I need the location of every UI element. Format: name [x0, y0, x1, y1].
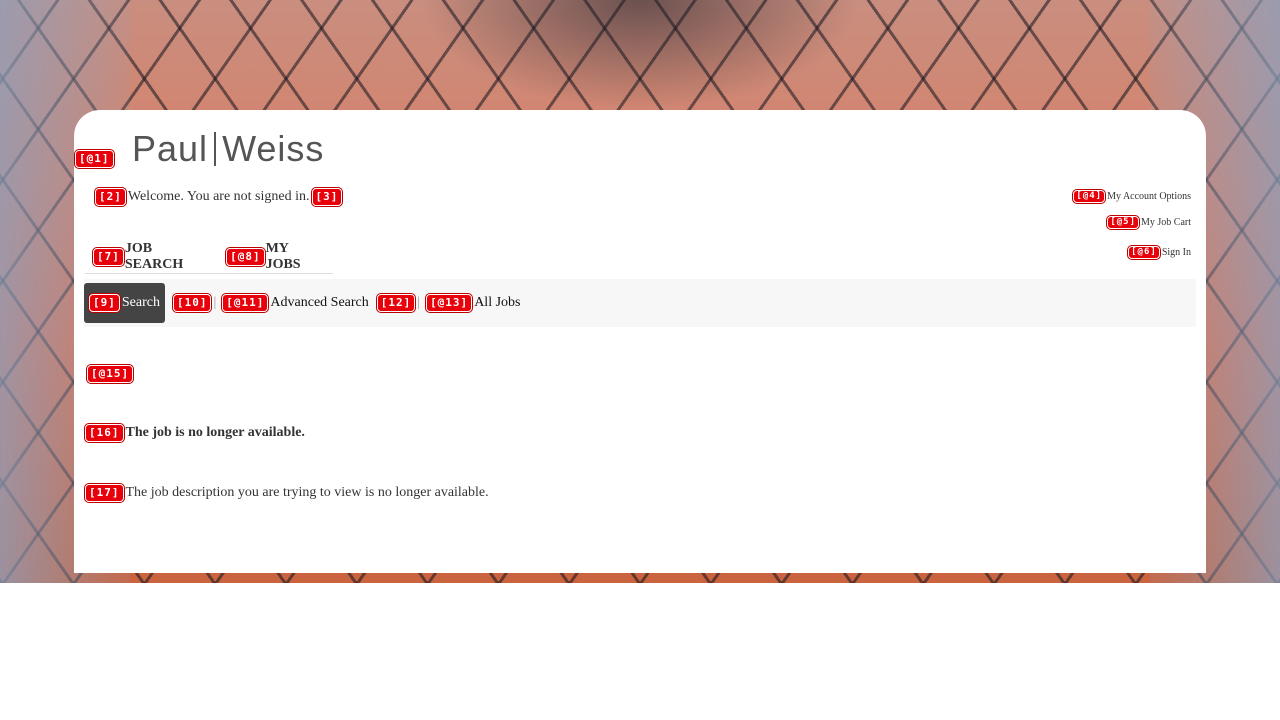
paul-weiss-logo[interactable]: Paul Weiss: [132, 128, 324, 170]
job-unavailable-description-text: The job description you are trying to vi…: [125, 485, 489, 500]
job-unavailable-description: [17] The job description you are trying …: [85, 484, 489, 502]
search-button[interactable]: [9] Search: [84, 283, 165, 323]
main-card: [@1] Paul Weiss [2] Welcome. You are not…: [74, 110, 1206, 573]
search-subnav: [9] Search [10] | [@11] Advanced Search …: [84, 279, 1196, 327]
all-jobs-label: All Jobs: [474, 295, 521, 310]
job-unavailable-title-text: The job is no longer available.: [125, 425, 305, 440]
tab-my-jobs[interactable]: [@8] MY JOBS: [226, 241, 317, 273]
sign-in-label[interactable]: Sign In: [1162, 247, 1191, 258]
logo-text-right: Weiss: [222, 128, 325, 169]
marker-5: [@5]: [1107, 216, 1139, 229]
sign-in-link[interactable]: [@6] Sign In: [1128, 246, 1191, 259]
my-account-options-link[interactable]: [@4] My Account Options: [1073, 190, 1191, 203]
marker-8: [@8]: [226, 247, 265, 266]
logo-text-left: Paul: [132, 128, 209, 169]
tab-my-jobs-label: MY JOBS: [265, 240, 301, 272]
welcome-text: Welcome. You are not signed in.: [127, 189, 310, 204]
marker-2: [2]: [95, 188, 126, 206]
marker-6: [@6]: [1128, 246, 1160, 259]
job-unavailable-title: [16] The job is no longer available.: [85, 424, 305, 442]
main-tabs: [7] JOB SEARCH [@8] MY JOBS: [85, 240, 333, 274]
marker-4: [@4]: [1073, 190, 1106, 203]
advanced-search-link[interactable]: [@11] Advanced Search: [222, 294, 369, 312]
all-jobs-link[interactable]: [@13] All Jobs: [426, 294, 520, 312]
logo-separator: [214, 132, 217, 166]
marker-15[interactable]: [@15]: [87, 365, 134, 383]
marker-10: [10]: [172, 294, 212, 312]
my-job-cart-label[interactable]: My Job Cart: [1141, 217, 1191, 228]
subnav-separator-2: |: [417, 295, 421, 310]
marker-11: [@11]: [222, 294, 269, 312]
marker-13: [@13]: [426, 294, 473, 312]
marker-7: [7]: [93, 247, 124, 266]
tab-job-search-label: JOB SEARCH: [124, 240, 184, 272]
my-account-options-label[interactable]: My Account Options: [1107, 191, 1191, 202]
advanced-search-label: Advanced Search: [270, 295, 369, 310]
search-button-label: Search: [121, 295, 160, 310]
marker-1: [@1]: [75, 150, 114, 168]
subnav-separator-1: |: [213, 295, 217, 310]
my-job-cart-link[interactable]: [@5] My Job Cart: [1107, 216, 1191, 229]
background-shadow: [420, 0, 860, 110]
marker-9: [9]: [89, 294, 120, 312]
marker-12: [12]: [376, 294, 416, 312]
marker-16: [16]: [85, 424, 124, 442]
welcome-message: [2] Welcome. You are not signed in. [3]: [95, 188, 343, 206]
marker-3[interactable]: [3]: [311, 188, 343, 206]
marker-17: [17]: [85, 484, 124, 502]
tab-job-search[interactable]: [7] JOB SEARCH: [93, 241, 202, 273]
